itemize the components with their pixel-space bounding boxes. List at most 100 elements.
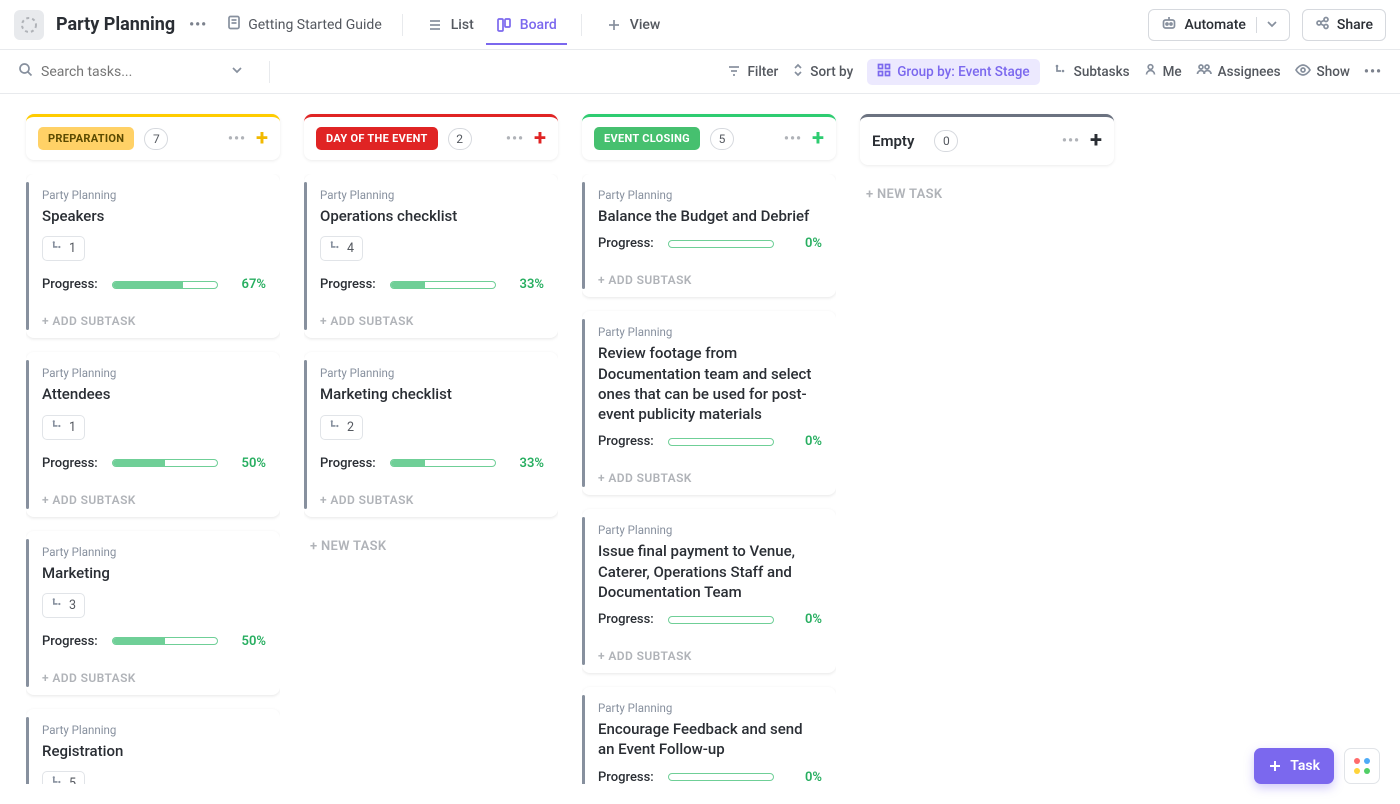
subtask-count-pill[interactable]: 5	[42, 771, 85, 784]
search-input[interactable]	[41, 64, 191, 80]
column-add-task[interactable]: +	[256, 128, 268, 150]
subtask-count-pill[interactable]: 2	[320, 415, 363, 440]
add-subtask-button[interactable]: + ADD SUBTASK	[598, 461, 822, 485]
view-toolbar: Filter Sort by Group by: Event Stage Sub…	[0, 50, 1400, 94]
card-title: Attendees	[42, 384, 266, 404]
column-add-task[interactable]: +	[812, 128, 824, 150]
chevron-down-icon[interactable]	[231, 64, 243, 80]
tab-board[interactable]: Board	[486, 5, 567, 45]
card-title: Issue final payment to Venue, Caterer, O…	[598, 541, 822, 602]
stage-label[interactable]: DAY OF THE EVENT	[316, 127, 438, 150]
automate-button[interactable]: Automate	[1148, 9, 1290, 41]
filter-icon	[727, 63, 741, 81]
task-card[interactable]: Party PlanningSpeakers1Progress:67%+ ADD…	[26, 174, 280, 338]
card-list-name: Party Planning	[598, 701, 822, 715]
column-header: DAY OF THE EVENT2•••+	[304, 117, 558, 160]
progress-bar	[668, 616, 774, 624]
filter-button[interactable]: Filter	[727, 63, 778, 81]
progress-row: Progress:0%	[598, 236, 822, 251]
progress-percent: 0%	[788, 770, 822, 785]
task-card[interactable]: Party PlanningReview footage from Docume…	[582, 311, 836, 495]
progress-label: Progress:	[42, 277, 98, 292]
space-avatar[interactable]	[14, 10, 44, 40]
sort-button[interactable]: Sort by	[792, 63, 853, 81]
progress-bar	[112, 637, 218, 645]
add-view[interactable]: View	[596, 5, 671, 45]
task-card[interactable]: Party PlanningIssue final payment to Ven…	[582, 509, 836, 673]
apps-launcher[interactable]	[1344, 748, 1380, 784]
new-task-fab[interactable]: Task	[1254, 748, 1334, 784]
divider	[269, 61, 270, 83]
column-more[interactable]: •••	[506, 131, 524, 147]
new-task-button[interactable]: + NEW TASK	[860, 179, 1114, 210]
task-card[interactable]: Party PlanningRegistration5Progress:0%+ …	[26, 709, 280, 784]
subtasks-label: Subtasks	[1074, 64, 1130, 80]
task-card[interactable]: Party PlanningMarketing3Progress:50%+ AD…	[26, 531, 280, 695]
card-title: Review footage from Documentation team a…	[598, 343, 822, 424]
add-subtask-button[interactable]: + ADD SUBTASK	[598, 263, 822, 287]
column-more[interactable]: •••	[228, 131, 246, 147]
people-icon	[1196, 63, 1212, 80]
share-button[interactable]: Share	[1302, 9, 1386, 41]
column-more[interactable]: •••	[784, 131, 802, 147]
toolbar-more[interactable]: •••	[1364, 64, 1382, 80]
subtask-count-pill[interactable]: 3	[42, 593, 85, 618]
add-subtask-button[interactable]: + ADD SUBTASK	[320, 304, 544, 328]
stage-label[interactable]: PREPARATION	[38, 127, 134, 150]
card-title: Registration	[42, 741, 266, 761]
stage-label[interactable]: EVENT CLOSING	[594, 127, 700, 150]
progress-label: Progress:	[598, 612, 654, 627]
progress-row: Progress:33%	[320, 277, 544, 292]
subtask-count-pill[interactable]: 1	[42, 415, 85, 440]
share-icon	[1315, 16, 1329, 34]
person-icon	[1144, 63, 1157, 80]
show-button[interactable]: Show	[1295, 64, 1350, 80]
card-title: Encourage Feedback and send an Event Fol…	[598, 719, 822, 760]
stage-label[interactable]: Empty	[872, 127, 924, 155]
task-card[interactable]: Party PlanningAttendees1Progress:50%+ AD…	[26, 352, 280, 516]
column-more[interactable]: •••	[1062, 133, 1080, 149]
add-subtask-button[interactable]: + ADD SUBTASK	[42, 304, 266, 328]
list-icon	[427, 17, 443, 33]
task-card[interactable]: Party PlanningMarketing checklist2Progre…	[304, 352, 558, 516]
column-header: EVENT CLOSING5•••+	[582, 117, 836, 160]
subtask-count-pill[interactable]: 1	[42, 236, 85, 261]
subtasks-button[interactable]: Subtasks	[1054, 63, 1130, 81]
add-subtask-button[interactable]: + ADD SUBTASK	[320, 483, 544, 507]
tab-list[interactable]: List	[417, 5, 484, 45]
me-button[interactable]: Me	[1144, 63, 1182, 80]
top-bar: Party Planning ••• Getting Started Guide…	[0, 0, 1400, 50]
progress-label: Progress:	[42, 634, 98, 649]
progress-row: Progress:33%	[320, 456, 544, 471]
assignees-button[interactable]: Assignees	[1196, 63, 1281, 80]
doc-tab[interactable]: Getting Started Guide	[221, 5, 388, 44]
group-by-button[interactable]: Group by: Event Stage	[867, 59, 1039, 85]
subtasks-icon	[1054, 63, 1068, 81]
column-add-task[interactable]: +	[1090, 130, 1102, 152]
add-subtask-button[interactable]: + ADD SUBTASK	[42, 483, 266, 507]
task-card[interactable]: Party PlanningBalance the Budget and Deb…	[582, 174, 836, 297]
card-list-name: Party Planning	[42, 723, 266, 737]
task-card[interactable]: Party PlanningOperations checklist4Progr…	[304, 174, 558, 338]
column-add-task[interactable]: +	[534, 128, 546, 150]
subtasks-icon	[329, 240, 342, 257]
subtasks-icon	[329, 419, 342, 436]
column-count: 7	[144, 128, 168, 150]
project-more-menu[interactable]: •••	[183, 13, 213, 37]
new-task-button[interactable]: + NEW TASK	[304, 531, 558, 562]
subtask-count-pill[interactable]: 4	[320, 236, 363, 261]
automate-label: Automate	[1185, 17, 1246, 33]
task-card[interactable]: Party Planning Encourage Feedback and sen…	[582, 687, 836, 784]
tab-list-label: List	[451, 17, 474, 33]
project-title[interactable]: Party Planning	[56, 14, 175, 35]
board-column: EVENT CLOSING5•••+Party PlanningBalance …	[582, 114, 836, 784]
floating-action-area: Task	[1254, 748, 1380, 784]
add-subtask-button[interactable]: + ADD SUBTASK	[598, 639, 822, 663]
divider	[402, 14, 403, 36]
chevron-down-icon[interactable]	[1256, 17, 1277, 33]
robot-icon	[1161, 15, 1177, 35]
progress-percent: 33%	[510, 456, 544, 471]
add-subtask-button[interactable]: + ADD SUBTASK	[42, 661, 266, 685]
fab-task-label: Task	[1290, 758, 1320, 774]
progress-bar	[668, 438, 774, 446]
